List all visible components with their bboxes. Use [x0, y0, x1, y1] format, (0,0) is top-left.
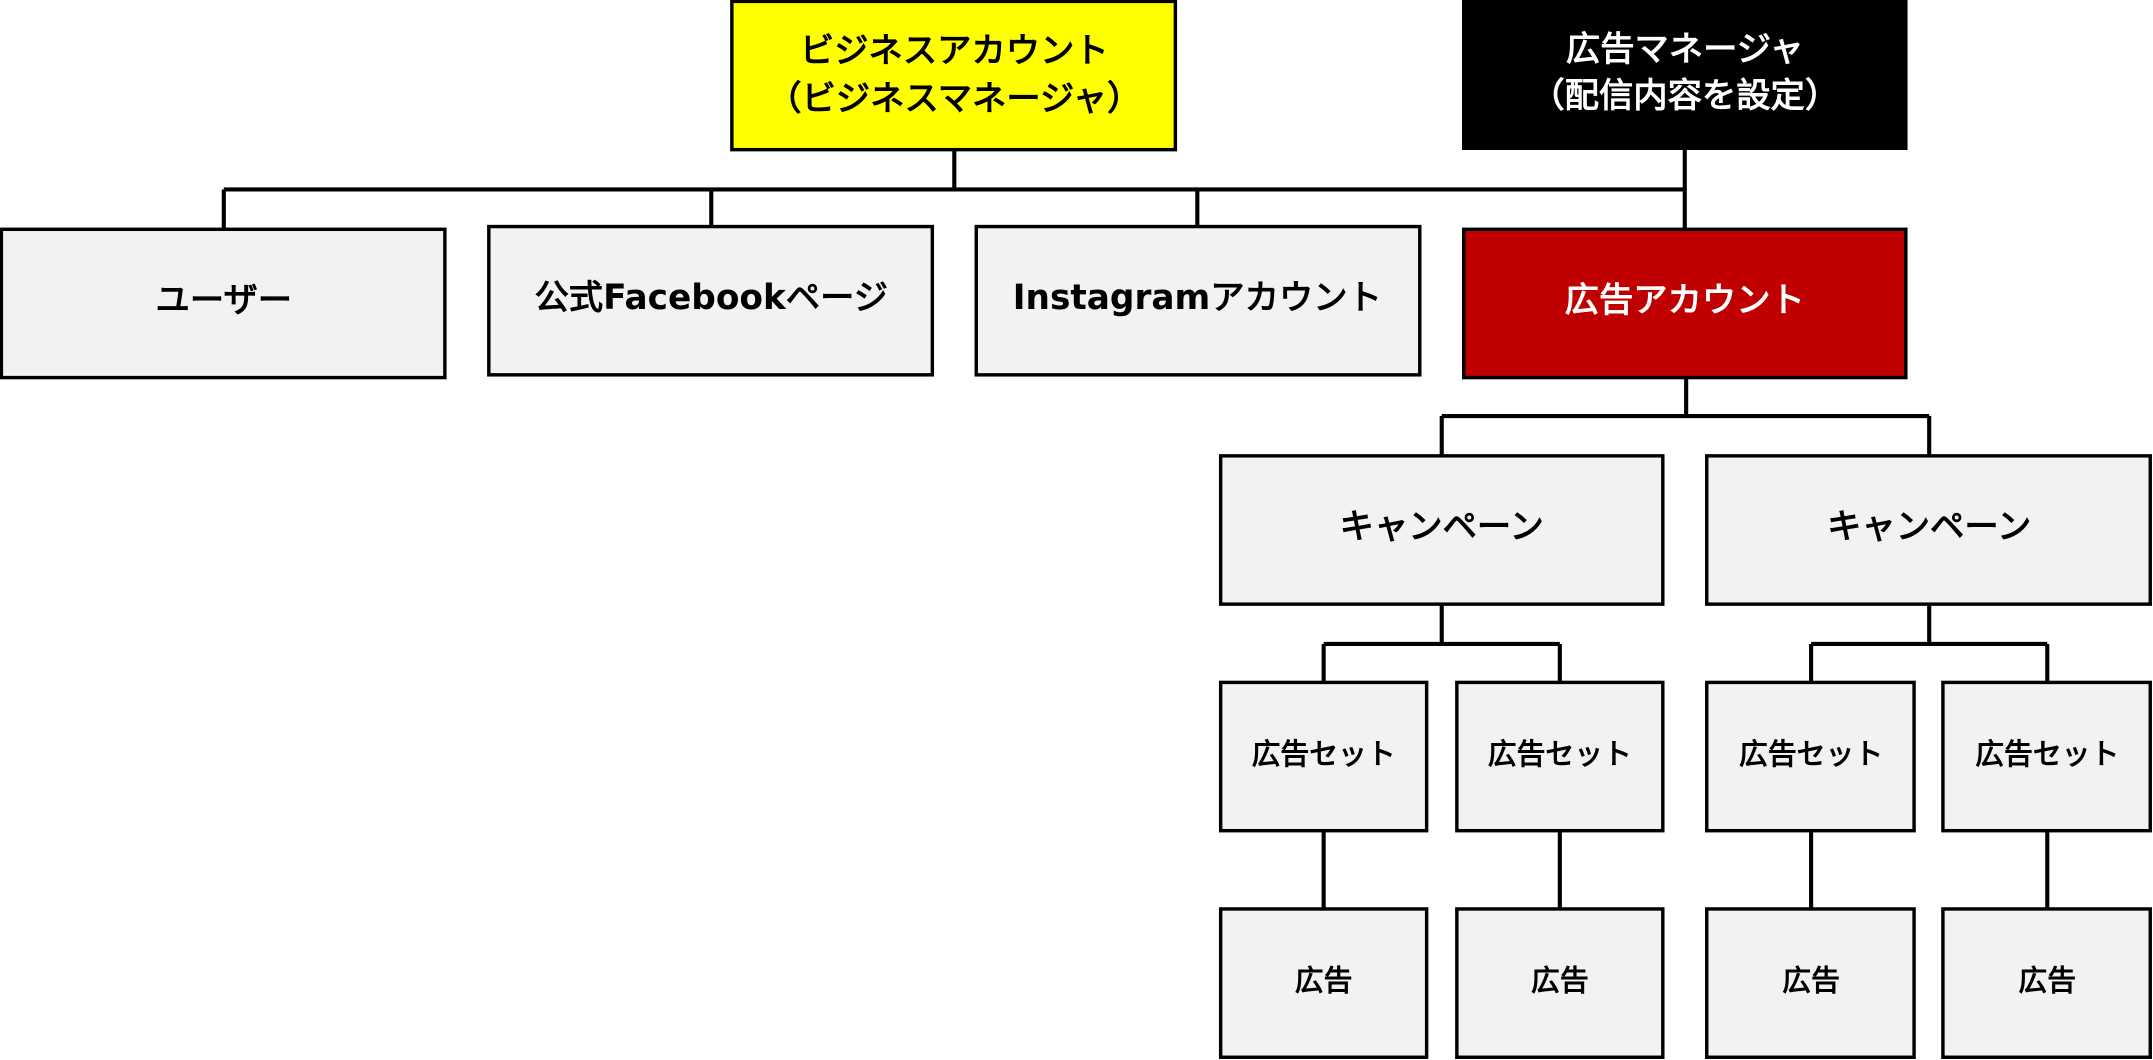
- instagram-account-node: Instagramアカウント: [974, 224, 1422, 377]
- ads-manager-node: 広告マネージャ （配信内容を設定）: [1461, 0, 1908, 151]
- svg-text:Instagramアカウント: Instagramアカウント: [1013, 278, 1382, 318]
- svg-text:広告セット: 広告セット: [1975, 737, 2119, 771]
- svg-text:キャンペーン: キャンペーン: [1340, 507, 1544, 547]
- svg-text:（ビジネスマネージャ）: （ビジネスマネージャ）: [767, 79, 1141, 119]
- svg-text:広告: 広告: [1531, 963, 1589, 997]
- svg-text:（配信内容を設定）: （配信内容を設定）: [1530, 76, 1839, 116]
- business-account-node: ビジネスアカウント （ビジネスマネージャ）: [730, 0, 1178, 152]
- ad-account-node: 広告アカウント: [1461, 227, 1908, 380]
- ad-set-node: 広告セット: [1455, 680, 1665, 833]
- org-diagram: ビジネスアカウント （ビジネスマネージャ） 広告マネージャ （配信内容を設定） …: [0, 0, 2152, 1059]
- facebook-page-node: 公式Facebookページ: [487, 224, 935, 377]
- svg-text:広告: 広告: [1782, 963, 1840, 997]
- svg-text:広告マネージャ: 広告マネージャ: [1566, 29, 1804, 69]
- campaign-node: キャンペーン: [1705, 454, 2152, 606]
- svg-text:広告アカウント: 広告アカウント: [1565, 281, 1805, 321]
- svg-text:公式Facebookページ: 公式Facebookページ: [534, 278, 888, 318]
- svg-text:ユーザー: ユーザー: [156, 281, 293, 321]
- svg-text:広告: 広告: [2018, 963, 2076, 997]
- svg-text:広告セット: 広告セット: [1252, 737, 1396, 771]
- svg-text:ビジネスアカウント: ビジネスアカウント: [800, 31, 1109, 71]
- ad-node: 広告: [1705, 907, 1916, 1059]
- campaign-node: キャンペーン: [1218, 454, 1665, 606]
- ad-node: 広告: [1941, 907, 2152, 1059]
- svg-text:広告セット: 広告セット: [1488, 737, 1632, 771]
- users-node: ユーザー: [0, 227, 447, 380]
- ad-node: 広告: [1218, 907, 1429, 1059]
- ad-set-node: 広告セット: [1218, 680, 1429, 833]
- svg-text:キャンペーン: キャンペーン: [1827, 507, 2031, 547]
- svg-text:広告セット: 広告セット: [1739, 737, 1883, 771]
- svg-text:広告: 広告: [1295, 963, 1353, 997]
- ad-set-node: 広告セット: [1941, 680, 2152, 833]
- ad-node: 広告: [1455, 907, 1665, 1059]
- ad-set-node: 広告セット: [1705, 680, 1916, 833]
